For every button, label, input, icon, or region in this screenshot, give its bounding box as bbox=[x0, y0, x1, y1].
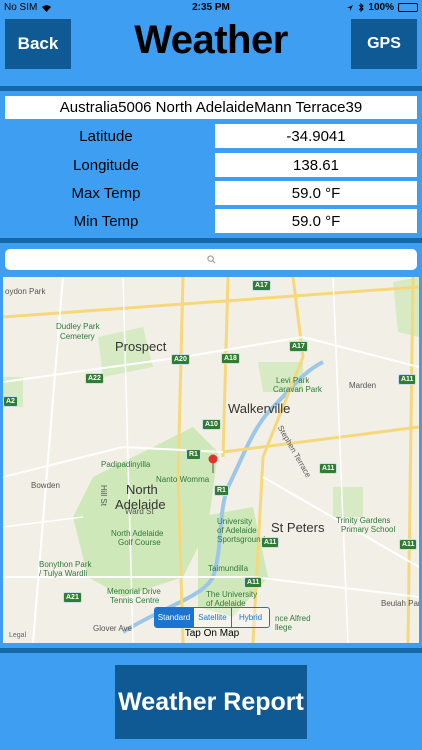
longitude-label: Longitude bbox=[73, 156, 139, 174]
segment-standard[interactable]: Standard bbox=[155, 608, 193, 627]
map-label-glover-ave: Glover Ave bbox=[93, 624, 132, 633]
min-temp-label: Min Temp bbox=[73, 212, 139, 230]
map-label-tulya-wardli: / Tulya Wardli bbox=[39, 569, 88, 578]
max-temp-label: Max Temp bbox=[71, 184, 141, 202]
road-shield: A17 bbox=[289, 341, 308, 352]
map-label-primary-school: Primary School bbox=[341, 525, 396, 534]
map-label-hill-st: Hill St bbox=[98, 485, 108, 506]
bluetooth-icon bbox=[359, 3, 365, 12]
max-temp-value: 59.0 °F bbox=[215, 181, 417, 205]
map-label-dudley-park: Dudley Park bbox=[56, 322, 100, 331]
map-label-cemetery: Cemetery bbox=[60, 332, 95, 341]
map-label-beulah-park: Beulah Par bbox=[381, 599, 419, 608]
segment-hybrid[interactable]: Hybrid bbox=[231, 608, 269, 627]
map-label-sportsground: Sportsground bbox=[217, 535, 266, 544]
search-icon bbox=[206, 255, 215, 264]
road-shield: A17 bbox=[252, 280, 271, 291]
road-shield: A11 bbox=[319, 463, 338, 474]
location-pin-icon[interactable] bbox=[208, 454, 218, 464]
road-shield: A10 bbox=[202, 419, 221, 430]
header-divider bbox=[0, 86, 422, 91]
map-label-north: North bbox=[126, 482, 158, 497]
road-shield: R1 bbox=[214, 485, 229, 496]
road-shield: A2 bbox=[3, 396, 18, 407]
map-label-prospect: Prospect bbox=[115, 339, 167, 354]
map-label-caravan-park: Caravan Park bbox=[273, 385, 322, 394]
status-bar: No SIM 2:35 PM 100% bbox=[0, 0, 422, 16]
map-label-taimundilla: Taimundilla bbox=[208, 564, 249, 573]
map-label-bonython-park: Bonython Park bbox=[39, 560, 92, 569]
gps-button[interactable]: GPS bbox=[351, 19, 417, 69]
map-label-marden: Marden bbox=[349, 381, 377, 390]
map-label-the-university: The University bbox=[206, 590, 258, 599]
map-label-croydon-park: oydon Park bbox=[5, 287, 46, 296]
road-shield: A11 bbox=[398, 374, 417, 385]
tap-on-map-label: Tap On Map bbox=[184, 628, 240, 639]
map-label-of-adelaide: of Adelaide bbox=[217, 526, 257, 535]
latitude-value: -34.9041 bbox=[215, 124, 417, 148]
map-type-control: Standard Satellite Hybrid bbox=[154, 607, 270, 628]
road-shield: A21 bbox=[63, 592, 82, 603]
map-label-levi-park: Levi Park bbox=[276, 376, 310, 385]
battery-percent: 100% bbox=[368, 2, 394, 13]
latitude-label: Latitude bbox=[79, 127, 133, 145]
road-shield: A18 bbox=[221, 353, 240, 364]
map-legal-link[interactable]: Legal bbox=[9, 632, 26, 639]
map-label-prince-alfred: nce Alfred bbox=[275, 614, 311, 623]
road-shield: R1 bbox=[186, 449, 201, 460]
map-label-ward-st: Ward St bbox=[125, 507, 154, 516]
map-label-tennis-centre: Tennis Centre bbox=[110, 596, 160, 605]
longitude-value: 138.61 bbox=[215, 153, 417, 177]
map-label-walkerville: Walkerville bbox=[228, 401, 291, 416]
map-label-bowden: Bowden bbox=[31, 481, 60, 490]
info-divider bbox=[0, 238, 422, 243]
road-shield: A11 bbox=[261, 537, 280, 548]
map-label-padipadinyilla: Padipadinyilla bbox=[101, 460, 151, 469]
address-field: Australia5006 North AdelaideMann Terrace… bbox=[5, 96, 417, 119]
map-label-north-adelaide-golf: North Adelaide bbox=[111, 529, 164, 538]
map-search-bar[interactable] bbox=[5, 249, 417, 270]
longitude-row: Longitude 138.61 bbox=[5, 153, 417, 177]
map-label-trinity-gardens: Trinity Gardens bbox=[336, 516, 391, 525]
map-label-nanto-womma: Nanto Womma bbox=[156, 475, 210, 484]
max-temp-row: Max Temp 59.0 °F bbox=[5, 181, 417, 205]
latitude-row: Latitude -34.9041 bbox=[5, 124, 417, 148]
road-shield: A20 bbox=[171, 354, 190, 365]
min-temp-value: 59.0 °F bbox=[215, 209, 417, 233]
location-icon bbox=[347, 4, 354, 11]
road-shield: A11 bbox=[399, 539, 418, 550]
min-temp-row: Min Temp 59.0 °F bbox=[5, 209, 417, 233]
map-label-memorial-drive: Memorial Drive bbox=[107, 587, 161, 596]
map-label-st-peters: St Peters bbox=[271, 520, 325, 535]
road-shield: A11 bbox=[244, 577, 263, 588]
map-divider bbox=[0, 648, 422, 653]
road-shield: A22 bbox=[85, 373, 104, 384]
map-label-university: University bbox=[217, 517, 253, 526]
weather-report-button[interactable]: Weather Report bbox=[115, 665, 307, 739]
map-view[interactable]: oydon Park Dudley Park Cemetery Prospect… bbox=[3, 277, 419, 643]
segment-satellite[interactable]: Satellite bbox=[193, 608, 231, 627]
status-right: 100% bbox=[346, 2, 418, 13]
map-label-college: llege bbox=[275, 623, 292, 632]
battery-icon bbox=[398, 3, 418, 12]
map-label-golf-course: Golf Course bbox=[118, 538, 161, 547]
